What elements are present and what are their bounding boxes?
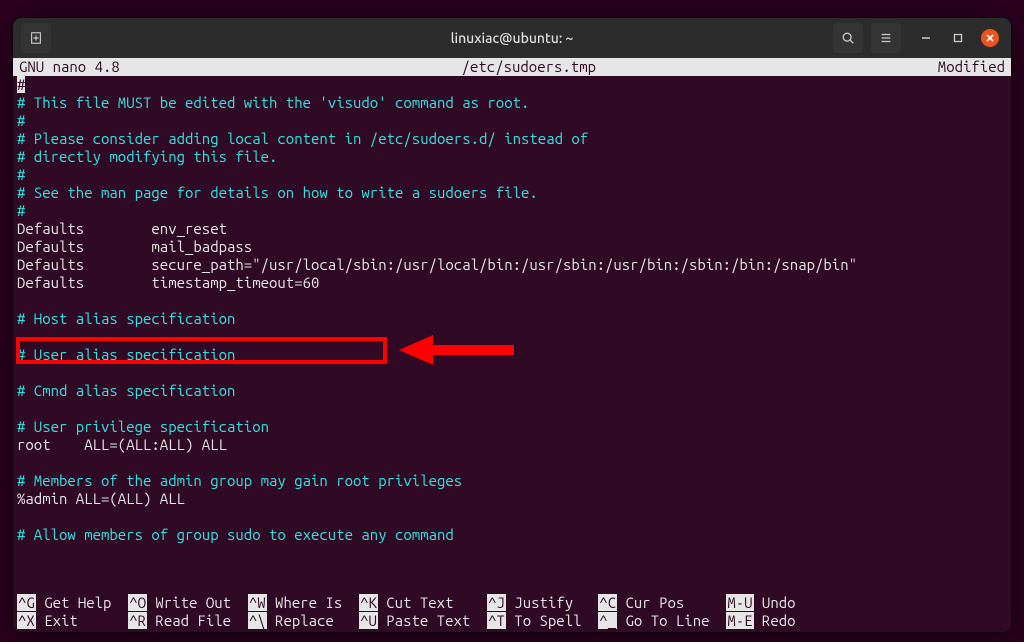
nano-header: GNU nano 4.8 /etc/sudoers.tmp Modified (13, 58, 1011, 76)
terminal-content[interactable]: GNU nano 4.8 /etc/sudoers.tmp Modified #… (13, 58, 1011, 632)
nano-status: Modified (938, 58, 1009, 76)
nano-shortcuts: ^G Get Help ^O Write Out ^W Where Is ^K … (13, 594, 1011, 632)
nano-version: GNU nano 4.8 (15, 58, 120, 76)
menu-button[interactable] (871, 23, 901, 53)
nano-filename: /etc/sudoers.tmp (120, 58, 938, 76)
new-tab-button[interactable] (21, 23, 51, 53)
minimize-button[interactable] (917, 29, 935, 47)
terminal-window: linuxiac@ubuntu: ~ GNU na (13, 18, 1011, 632)
maximize-button[interactable] (949, 29, 967, 47)
file-body: # # This file MUST be edited with the 'v… (13, 76, 1011, 544)
close-button[interactable] (981, 29, 999, 47)
titlebar: linuxiac@ubuntu: ~ (13, 18, 1011, 58)
search-button[interactable] (833, 23, 863, 53)
